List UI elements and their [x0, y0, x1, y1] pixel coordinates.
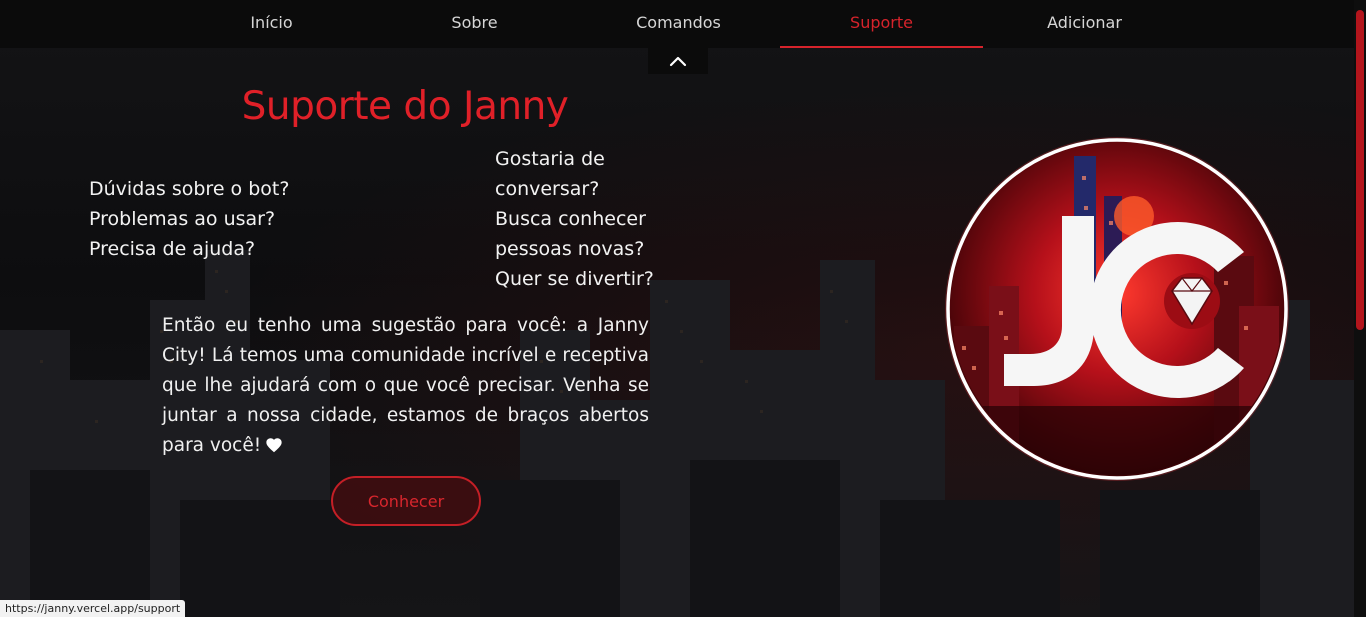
status-bar-url: https://janny.vercel.app/support	[0, 600, 186, 617]
support-description: Então eu tenho uma sugestão para você: a…	[162, 311, 649, 461]
scrollbar-thumb[interactable]	[1356, 10, 1364, 330]
nav-item-suporte[interactable]: Suporte	[780, 0, 983, 46]
janny-city-logo	[945, 137, 1289, 481]
page: Início Sobre Comandos Suporte Adicionar …	[0, 0, 1366, 617]
nav-item-adicionar[interactable]: Adicionar	[983, 0, 1186, 46]
top-navbar: Início Sobre Comandos Suporte Adicionar	[0, 0, 1366, 48]
nav-item-comandos[interactable]: Comandos	[577, 0, 780, 46]
conhecer-button[interactable]: Conhecer	[331, 476, 481, 526]
question-item: Busca conhecer	[495, 208, 646, 230]
question-item: Precisa de ajuda?	[89, 238, 256, 260]
support-description-text: Então eu tenho uma sugestão para você: a…	[162, 315, 649, 456]
questions-right: Gostaria de conversar? Busca conhecer pe…	[495, 144, 670, 294]
question-item: Problemas ao usar?	[89, 208, 276, 230]
heart-icon	[266, 438, 282, 453]
nav-item-sobre[interactable]: Sobre	[373, 0, 576, 46]
nav-item-inicio[interactable]: Início	[170, 0, 373, 46]
active-tab-indicator	[780, 46, 983, 48]
questions-left: Dúvidas sobre o bot? Problemas ao usar? …	[89, 174, 389, 264]
question-item: Quer se divertir?	[495, 268, 654, 290]
question-item: Dúvidas sobre o bot?	[89, 178, 290, 200]
question-item: pessoas novas?	[495, 238, 645, 260]
question-item: Gostaria de	[495, 148, 605, 170]
question-item: conversar?	[495, 178, 600, 200]
support-title: Suporte do Janny	[241, 84, 569, 129]
collapse-navbar-button[interactable]	[648, 48, 708, 74]
page-scrollbar[interactable]	[1354, 0, 1366, 617]
chevron-up-icon	[669, 56, 687, 67]
